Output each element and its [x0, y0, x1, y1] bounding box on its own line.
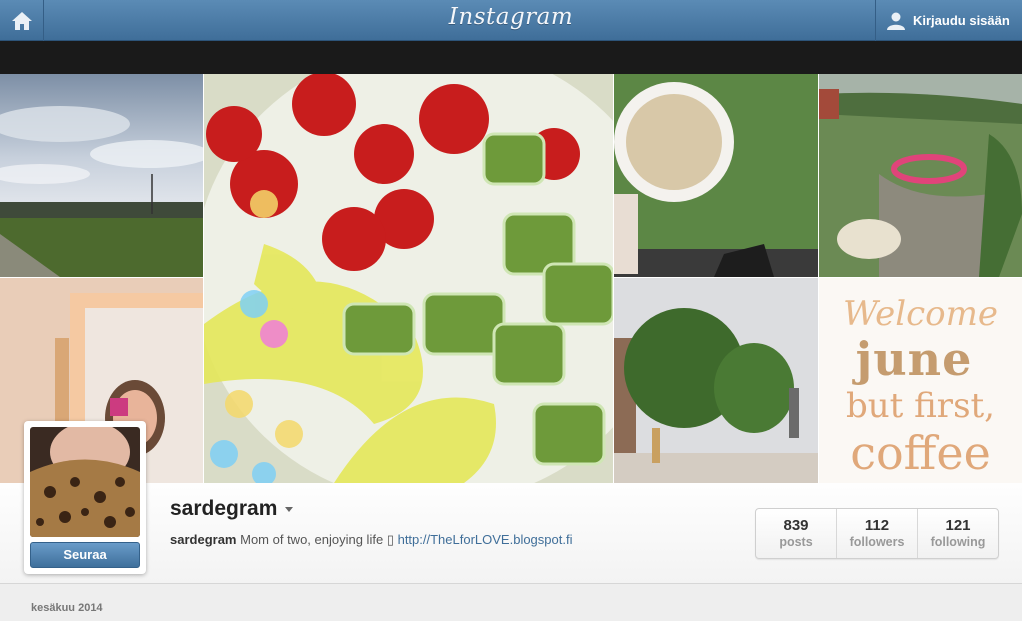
stat-followers[interactable]: 112 followers [837, 509, 918, 558]
username-label: sardegram [170, 497, 278, 520]
photo-grid: Welcome june but first, coffee [0, 74, 1022, 483]
stat-followers-label: followers [849, 535, 905, 549]
bio-username: sardegram [170, 532, 237, 547]
stat-following[interactable]: 121 following [918, 509, 998, 558]
header-strip [0, 41, 1022, 74]
stat-posts[interactable]: 839 posts [756, 509, 837, 558]
bio-link[interactable]: http://TheLforLOVE.blogspot.fi [398, 532, 573, 547]
photo-amusement-park-aerial[interactable] [819, 74, 1022, 277]
follow-button[interactable]: Seuraa [30, 542, 140, 568]
photo-cloudy-field[interactable] [0, 74, 203, 277]
profile-stats: 839 posts 112 followers 121 following [755, 508, 999, 559]
stat-posts-value: 839 [783, 517, 809, 534]
stat-posts-label: posts [779, 535, 813, 549]
login-label: Kirjaudu sisään [913, 13, 1010, 28]
photo-salad-bowl[interactable] [204, 74, 613, 483]
stat-following-value: 121 [945, 517, 971, 534]
top-bar: Instagram Kirjaudu sisään [0, 0, 1022, 41]
avatar-card: Seuraa [24, 421, 146, 574]
profile-bio: sardegram Mom of two, enjoying life ▯ ht… [170, 532, 572, 548]
photo-coffee-cup-on-grass[interactable] [614, 74, 818, 277]
user-icon [887, 12, 905, 30]
login-button[interactable]: Kirjaudu sisään [875, 0, 1022, 41]
bio-text: Mom of two, enjoying life [240, 532, 384, 547]
chevron-down-icon[interactable] [285, 506, 294, 512]
stat-followers-value: 112 [864, 517, 890, 534]
photo-welcome-june-coffee-text[interactable]: Welcome june but first, coffee [819, 278, 1022, 483]
profile-username: sardegram [170, 497, 294, 521]
stat-following-label: following [930, 535, 986, 549]
bio-glyph: ▯ [386, 532, 394, 547]
avatar[interactable] [30, 427, 140, 537]
instagram-logo[interactable]: Instagram [0, 4, 1022, 30]
photo-park-statue-square[interactable] [614, 278, 818, 483]
feed-month-label: kesäkuu 2014 [31, 602, 103, 614]
